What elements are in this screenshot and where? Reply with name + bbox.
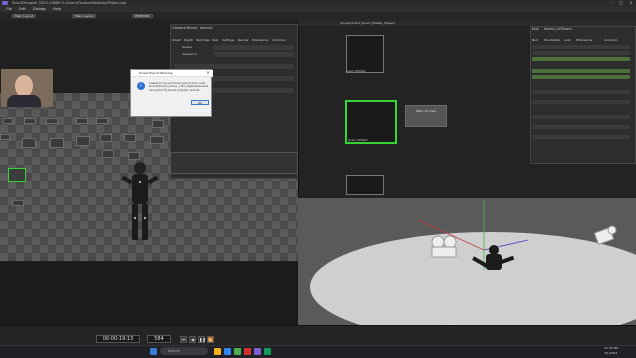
windows-taskbar	[0, 345, 636, 358]
layout-pill-2[interactable]: Main Layout	[72, 14, 97, 18]
rprops-tab-extensions[interactable]: Extensions	[576, 38, 592, 42]
taskbar-clock: 12:45 PM	[604, 346, 618, 350]
taskbar-search[interactable]: Search	[160, 347, 208, 355]
rprops-tab-null[interactable]: Null	[532, 38, 538, 42]
network-node[interactable]	[152, 120, 164, 128]
dialog-ok-button[interactable]: OK	[191, 100, 209, 105]
rprops-row[interactable]	[532, 90, 630, 94]
right-network-path: /project1/dvd_Kinect_Plaster_Players	[340, 21, 395, 25]
network-node[interactable]	[76, 136, 90, 146]
selected-viewer[interactable]	[345, 100, 397, 144]
param-sensor-label: Sensor	[182, 45, 193, 49]
channel-list[interactable]	[170, 152, 298, 174]
start-icon[interactable]	[150, 348, 157, 355]
network-node[interactable]	[96, 118, 108, 124]
light-icon	[594, 225, 617, 246]
props-tab-common[interactable]: Common	[272, 38, 286, 42]
network-node[interactable]	[24, 118, 36, 124]
taskbar-date: 3/1/2024	[604, 351, 618, 355]
bottom-viewer[interactable]	[346, 175, 384, 195]
rprops-tab-look[interactable]: Look	[564, 38, 571, 42]
rprops-tab-common[interactable]: Common	[604, 38, 618, 42]
rprops-row[interactable]	[532, 135, 630, 139]
rprops-row[interactable]	[532, 125, 630, 129]
pause-button[interactable]: ❚❚	[198, 336, 206, 343]
rprops-subtitle: kinect_LiFStrem	[544, 27, 572, 31]
props-tab-render[interactable]: Render	[238, 38, 249, 42]
kinect-avatar	[472, 245, 515, 270]
props-tab-extensions[interactable]: Extensions	[252, 38, 268, 42]
layout-pill[interactable]: Main Layout	[12, 14, 37, 18]
props-tab-depth[interactable]: Depth	[184, 38, 193, 42]
viewer-node-label: kinect_LiFStrem	[346, 70, 366, 73]
param-sequence-label: Sequence	[182, 52, 197, 56]
3d-viewport[interactable]	[298, 198, 636, 325]
rewind-button[interactable]: ⏮	[180, 336, 187, 343]
frame-number-field[interactable]: 584	[147, 335, 171, 343]
network-node[interactable]	[124, 134, 136, 142]
param-sequence-field[interactable]	[214, 52, 294, 57]
rprops-title: Null	[532, 27, 539, 31]
props-tab-kinect[interactable]: Kinect	[172, 38, 181, 42]
rprops-row-active[interactable]	[532, 69, 630, 73]
dialog-close-icon[interactable]: ×	[203, 70, 213, 76]
chop-info-node[interactable]: 480x 15 chan	[405, 105, 447, 127]
network-node[interactable]	[22, 138, 36, 148]
chrome-icon[interactable]	[234, 348, 241, 355]
app-logo-icon	[2, 1, 8, 5]
network-node[interactable]	[102, 150, 114, 158]
top-viewer[interactable]	[346, 35, 384, 73]
play-button[interactable]: ▶	[207, 336, 214, 343]
props-tab-texvideo[interactable]: Tex/Video	[196, 38, 210, 42]
rprops-tab-prerotate[interactable]: Pre-Rotate	[544, 38, 560, 42]
network-node[interactable]	[12, 200, 24, 206]
props-tab-settings[interactable]: Settings	[222, 38, 234, 42]
menu-help[interactable]: Help	[53, 7, 61, 11]
network-node[interactable]	[50, 138, 64, 148]
selected-viewer-label: kinect_LiFStrem	[348, 139, 368, 142]
kinect-warning-dialog: Kinect Export Warning × i Unable to conn…	[130, 69, 213, 117]
app-icon[interactable]	[244, 348, 251, 355]
props-tab-skel[interactable]: Skel	[212, 38, 218, 42]
props-subtitle: kinect1	[200, 26, 213, 30]
network-node[interactable]	[0, 134, 10, 140]
person-shirt	[7, 95, 41, 107]
perform-mode-button[interactable]: PERFORM	[132, 14, 153, 18]
dialog-message: Unable to connect Kinect export from nod…	[149, 82, 209, 92]
step-back-button[interactable]: ◀	[189, 336, 196, 343]
network-node[interactable]	[100, 134, 112, 142]
info-icon: i	[137, 82, 145, 90]
param-sensor-field[interactable]	[214, 45, 294, 50]
network-node[interactable]	[150, 136, 164, 144]
rprops-row[interactable]	[532, 100, 630, 104]
menu-edit[interactable]: Edit	[19, 7, 26, 11]
touchdesigner-icon[interactable]	[254, 348, 261, 355]
dialog-title: Kinect Export Warning	[131, 70, 213, 77]
rprops-row[interactable]	[532, 51, 630, 55]
app-icon[interactable]	[264, 348, 271, 355]
camera-icon	[431, 235, 457, 258]
menu-file[interactable]: File	[6, 7, 12, 11]
rprops-row-active[interactable]	[532, 57, 630, 61]
file-explorer-icon[interactable]	[214, 348, 221, 355]
network-node[interactable]	[76, 118, 88, 124]
network-node[interactable]	[3, 118, 13, 124]
network-node[interactable]	[46, 118, 58, 124]
rprops-row[interactable]	[532, 45, 630, 49]
props-title: Camera Kinect	[172, 26, 198, 30]
timecode-display[interactable]: 00:00:19:13	[96, 335, 140, 343]
rprops-row-active[interactable]	[532, 75, 630, 79]
edge-icon[interactable]	[224, 348, 231, 355]
skeleton-figure	[121, 162, 159, 240]
person-face	[15, 75, 33, 97]
selected-network-node[interactable]	[8, 168, 26, 182]
menu-dialogs[interactable]: Dialogs	[33, 7, 46, 11]
webcam-overlay	[1, 69, 53, 107]
rprops-row[interactable]	[532, 115, 630, 119]
